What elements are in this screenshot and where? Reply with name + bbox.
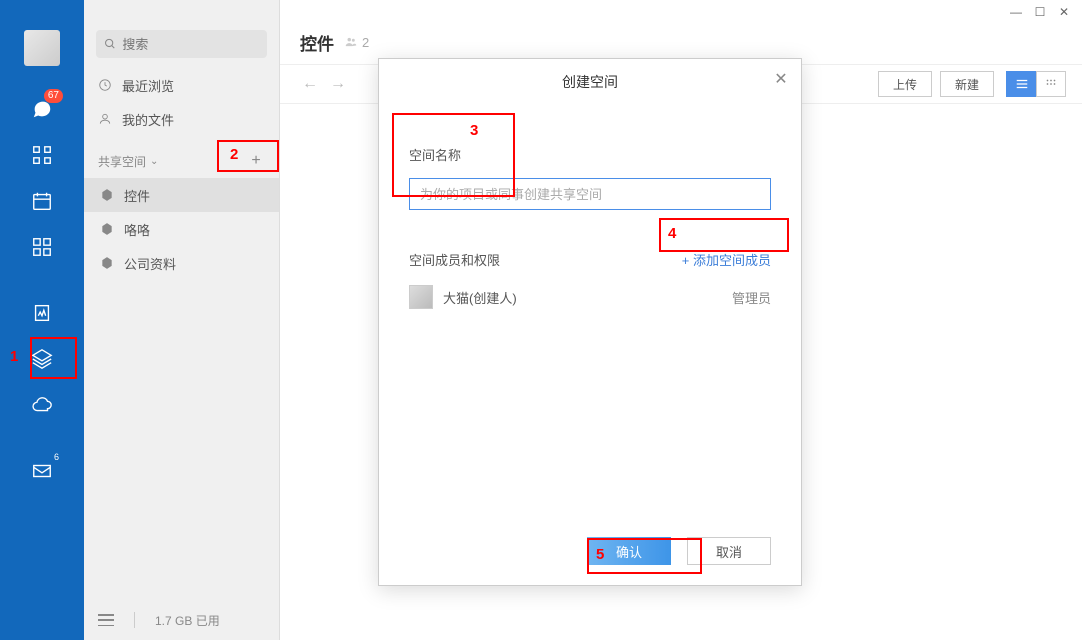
hexagon-icon [100, 256, 114, 270]
rail-drive[interactable] [15, 336, 69, 382]
clock-icon [98, 78, 112, 92]
people-icon [344, 35, 358, 49]
avatar[interactable] [24, 30, 60, 66]
rail-apps[interactable] [15, 132, 69, 178]
hexagon-icon [100, 188, 114, 202]
window-minimize[interactable]: — [1004, 2, 1028, 22]
search-icon [104, 37, 116, 51]
menu-icon[interactable] [98, 614, 114, 626]
mail-badge: 6 [54, 452, 59, 462]
rail-mail[interactable]: 6 [15, 448, 69, 494]
chat-badge: 67 [44, 89, 63, 103]
nav-recent[interactable]: 最近浏览 [84, 68, 279, 102]
modal-title: 创建空间 [562, 72, 618, 92]
sidebar-footer: 1.7 GB 已用 [84, 600, 279, 640]
member-row: 大猫(创建人) 管理员 [409, 285, 771, 309]
rail-doc[interactable] [15, 290, 69, 336]
sidebar: 最近浏览 我的文件 共享空间 ⌄ + 控件 咯咯 公司资料 1.7 GB 已用 [84, 0, 280, 640]
nav-myfiles[interactable]: 我的文件 [84, 102, 279, 136]
user-icon [98, 112, 112, 126]
hexagon-icon [100, 222, 114, 236]
forward-button[interactable]: → [324, 71, 352, 97]
space-name-label: 空间名称 [409, 145, 771, 164]
space-item[interactable]: 咯咯 [84, 212, 279, 246]
search-input[interactable] [122, 37, 259, 52]
member-avatar [409, 285, 433, 309]
add-space-button[interactable]: + [247, 152, 265, 170]
rail-calendar[interactable] [15, 178, 69, 224]
view-grid[interactable] [1036, 71, 1066, 97]
cancel-button[interactable]: 取消 [687, 537, 771, 565]
space-item[interactable]: 控件 [84, 178, 279, 212]
create-space-modal: 创建空间 ✕ 空间名称 空间成员和权限 + 添加空间成员 大猫(创建人) 管理员… [378, 58, 802, 586]
rail-grid[interactable] [15, 224, 69, 270]
rail-cloud[interactable] [15, 382, 69, 428]
nav-label: 我的文件 [122, 110, 174, 129]
member-name: 大猫(创建人) [443, 288, 732, 307]
window-maximize[interactable]: ☐ [1028, 2, 1052, 22]
back-button[interactable]: ← [296, 71, 324, 97]
section-shared[interactable]: 共享空间 ⌄ + [84, 144, 279, 178]
page-title: 控件 [300, 30, 334, 55]
modal-close-button[interactable]: ✕ [771, 69, 791, 89]
people-count[interactable]: 2 [344, 35, 369, 50]
upload-button[interactable]: 上传 [878, 71, 932, 97]
space-name-input[interactable] [409, 178, 771, 210]
view-list[interactable] [1006, 71, 1036, 97]
window-close[interactable]: ✕ [1052, 2, 1076, 22]
search-input-wrap[interactable] [96, 30, 267, 58]
storage-text: 1.7 GB 已用 [155, 612, 220, 629]
member-role: 管理员 [732, 288, 771, 307]
nav-label: 最近浏览 [122, 76, 174, 95]
space-item[interactable]: 公司资料 [84, 246, 279, 280]
add-member-button[interactable]: + 添加空间成员 [682, 250, 771, 269]
members-label: 空间成员和权限 [409, 250, 500, 269]
create-button[interactable]: 新建 [940, 71, 994, 97]
rail-chat[interactable]: 67 [15, 86, 69, 132]
